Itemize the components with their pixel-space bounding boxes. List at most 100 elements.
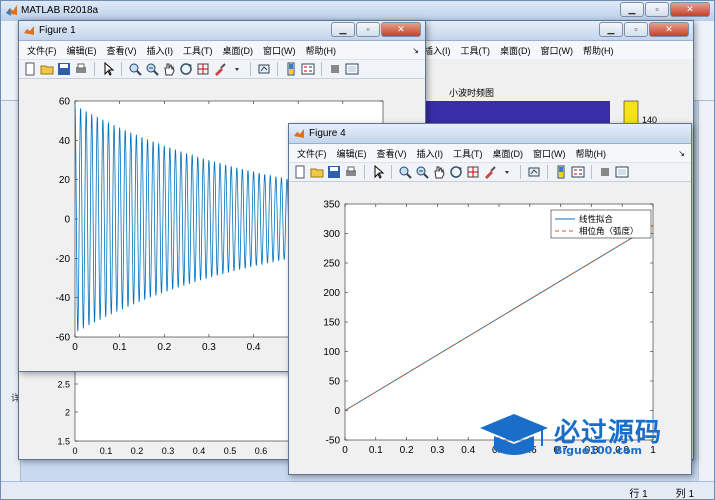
save-icon[interactable] <box>57 62 71 76</box>
zoom-in-icon[interactable] <box>398 165 412 179</box>
y-tick-label: 150 <box>323 318 340 329</box>
menu-insert[interactable]: 插入(I) <box>417 147 444 160</box>
toolbar-separator <box>391 165 392 179</box>
print-icon[interactable] <box>344 165 358 179</box>
menu-help[interactable]: 帮助(H) <box>306 44 337 57</box>
menu-window[interactable]: 窗口(W) <box>541 44 574 57</box>
x-tick-label: 0.3 <box>430 445 444 456</box>
menu-file[interactable]: 文件(F) <box>27 44 57 57</box>
figure-1-toolbar <box>19 59 425 79</box>
maximize-button[interactable]: ▫ <box>624 22 648 37</box>
y-tick-label: 50 <box>329 377 341 388</box>
pan-hand-icon[interactable] <box>162 62 176 76</box>
open-folder-icon[interactable] <box>310 165 324 179</box>
close-button[interactable]: ✕ <box>649 22 689 37</box>
legend[interactable]: 线性拟合相位角（弧度） <box>550 209 652 239</box>
x-tick-label: 0 <box>72 446 77 456</box>
print-icon[interactable] <box>74 62 88 76</box>
dropdown-arrow-icon[interactable] <box>500 165 514 179</box>
menu-window[interactable]: 窗口(W) <box>533 147 566 160</box>
toolbar-separator <box>94 62 95 76</box>
data-cursor-icon[interactable] <box>196 62 210 76</box>
y-tick-label: -60 <box>56 333 71 344</box>
dropdown-arrow-icon[interactable] <box>230 62 244 76</box>
watermark-logo: 必过源码 Bigue100.com <box>478 410 688 460</box>
x-tick-label: 0.4 <box>461 445 475 456</box>
background-figure-controls: ▁ ▫ ✕ <box>599 22 689 37</box>
data-cursor-icon[interactable] <box>466 165 480 179</box>
menu-tools[interactable]: 工具(T) <box>453 147 483 160</box>
y-tick-label: 350 <box>323 200 340 211</box>
axes-box[interactable] <box>344 203 654 441</box>
dock-figure-icon[interactable] <box>345 62 359 76</box>
menu-dock-arrow-icon[interactable]: ↘ <box>412 46 419 55</box>
open-folder-icon[interactable] <box>40 62 54 76</box>
toolbar-separator <box>121 62 122 76</box>
new-file-icon[interactable] <box>23 62 37 76</box>
menu-tools[interactable]: 工具(T) <box>461 44 491 57</box>
row-value: 1 <box>642 489 648 500</box>
minimize-button[interactable]: ▁ <box>599 22 623 37</box>
close-button[interactable]: ✕ <box>381 22 421 37</box>
zoom-in-icon[interactable] <box>128 62 142 76</box>
legend-icon[interactable] <box>301 62 315 76</box>
main-scrollbar[interactable] <box>698 101 714 481</box>
legend-icon[interactable] <box>571 165 585 179</box>
pointer-icon[interactable] <box>371 165 385 179</box>
menu-help[interactable]: 帮助(H) <box>583 44 614 57</box>
pan-hand-icon[interactable] <box>432 165 446 179</box>
x-tick-label: 0.4 <box>247 342 261 353</box>
menu-help[interactable]: 帮助(H) <box>576 147 607 160</box>
save-icon[interactable] <box>327 165 341 179</box>
new-file-icon[interactable] <box>293 165 307 179</box>
link-plot-icon[interactable] <box>527 165 541 179</box>
colorbar-icon[interactable] <box>284 62 298 76</box>
app-title: MATLAB R2018a <box>21 5 99 16</box>
rotate-3d-icon[interactable] <box>449 165 463 179</box>
brush-icon[interactable] <box>213 62 227 76</box>
y-tick-label: 0 <box>334 406 340 417</box>
menu-insert[interactable]: 插入(I) <box>424 44 451 57</box>
pointer-icon[interactable] <box>101 62 115 76</box>
minimize-button[interactable]: ▁ <box>620 2 644 17</box>
menu-edit[interactable]: 编辑(E) <box>337 147 367 160</box>
dock-figure-icon[interactable] <box>615 165 629 179</box>
figure-icon <box>24 26 34 35</box>
menu-desktop[interactable]: 桌面(D) <box>493 147 524 160</box>
zoom-out-icon[interactable] <box>415 165 429 179</box>
toolbar-separator <box>277 62 278 76</box>
menu-view[interactable]: 查看(V) <box>107 44 137 57</box>
menu-edit[interactable]: 编辑(E) <box>67 44 97 57</box>
minimize-button[interactable]: ▁ <box>331 22 355 37</box>
figure-4-toolbar <box>289 162 691 182</box>
menu-tools[interactable]: 工具(T) <box>183 44 213 57</box>
menu-insert[interactable]: 插入(I) <box>147 44 174 57</box>
figure-4-title-bar: Figure 4 <box>289 124 691 144</box>
menu-view[interactable]: 查看(V) <box>377 147 407 160</box>
menu-window[interactable]: 窗口(W) <box>263 44 296 57</box>
x-tick-label: 0 <box>342 445 348 456</box>
close-button[interactable]: ✕ <box>670 2 710 17</box>
rotate-3d-icon[interactable] <box>179 62 193 76</box>
menu-dock-arrow-icon[interactable]: ↘ <box>678 149 685 158</box>
x-tick-label: 0.2 <box>157 342 171 353</box>
brush-icon[interactable] <box>483 165 497 179</box>
zoom-out-icon[interactable] <box>145 62 159 76</box>
menu-desktop[interactable]: 桌面(D) <box>500 44 531 57</box>
maximize-button[interactable]: ▫ <box>356 22 380 37</box>
col-label: 列 <box>675 489 686 500</box>
y-tick-label: 2 <box>65 408 70 418</box>
maximize-button[interactable]: ▫ <box>645 2 669 17</box>
hide-tools-icon[interactable] <box>328 62 342 76</box>
x-tick-label: 0.1 <box>113 342 127 353</box>
menu-desktop[interactable]: 桌面(D) <box>223 44 254 57</box>
menu-file[interactable]: 文件(F) <box>297 147 327 160</box>
col-value: 1 <box>688 489 694 500</box>
y-tick-label: 250 <box>323 259 340 270</box>
x-tick-label: 0.5 <box>224 446 237 456</box>
colorbar-icon[interactable] <box>554 165 568 179</box>
link-plot-icon[interactable] <box>257 62 271 76</box>
toolbar-separator <box>321 62 322 76</box>
hide-tools-icon[interactable] <box>598 165 612 179</box>
y-tick-label: 1.5 <box>57 437 70 447</box>
